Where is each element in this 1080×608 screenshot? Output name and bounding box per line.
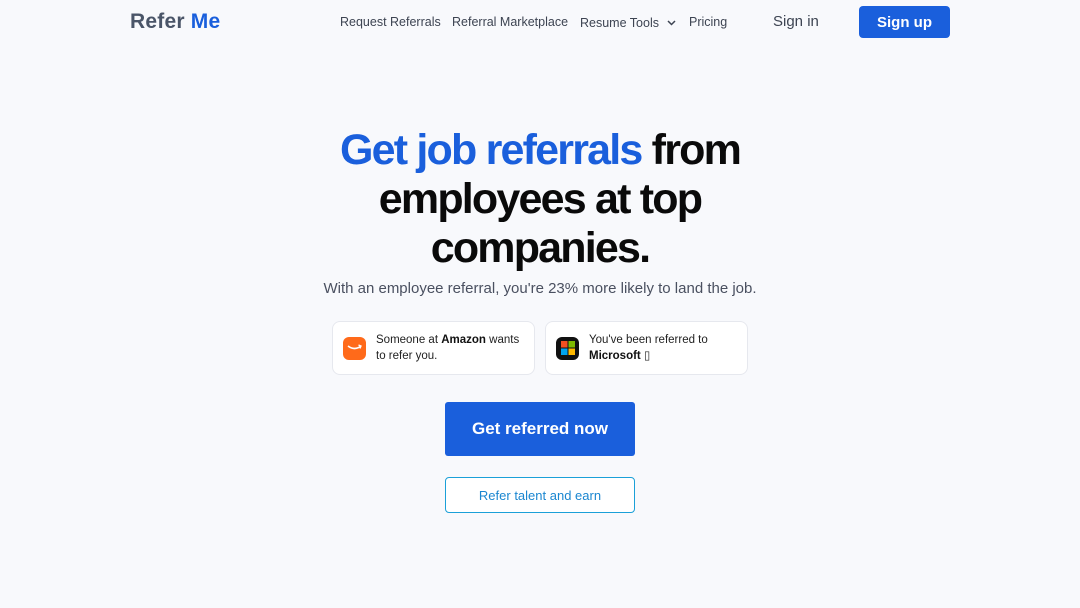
- nav-request-referrals[interactable]: Request Referrals: [340, 15, 441, 29]
- headline-part-3: companies.: [430, 224, 651, 272]
- card-amazon-line2: to refer you.: [376, 350, 438, 362]
- hero-headline: Get job referrals from employees at top …: [0, 126, 1080, 273]
- card-microsoft-line1: You've been referred to: [589, 334, 708, 346]
- nav-pricing[interactable]: Pricing: [689, 15, 727, 29]
- card-amazon-suffix: wants: [485, 334, 520, 346]
- headline-highlight: Get job referrals: [339, 126, 643, 174]
- logo-text-me: Me: [190, 10, 221, 33]
- logo-text-refer: Refer: [130, 10, 185, 33]
- notification-card-microsoft: You've been referred to Microsoft ▯: [545, 321, 748, 375]
- card-amazon-text: Someone at Amazon wants to refer you.: [376, 332, 519, 364]
- refer-talent-button[interactable]: Refer talent and earn: [445, 477, 635, 513]
- card-amazon-company: Amazon: [441, 334, 486, 346]
- hero-section: Get job referrals from employees at top …: [0, 126, 1080, 273]
- logo[interactable]: Refer Me: [130, 10, 220, 34]
- card-microsoft-suffix: ▯: [640, 350, 651, 362]
- chevron-down-icon: [667, 15, 676, 29]
- card-amazon-prefix: Someone at: [376, 334, 442, 346]
- microsoft-icon: [556, 336, 579, 360]
- signin-link[interactable]: Sign in: [773, 13, 819, 30]
- get-referred-button[interactable]: Get referred now: [445, 402, 635, 456]
- nav-referral-marketplace[interactable]: Referral Marketplace: [452, 15, 568, 29]
- card-microsoft-text: You've been referred to Microsoft ▯: [589, 332, 708, 364]
- nav-resume-tools[interactable]: Resume Tools: [580, 15, 676, 30]
- notification-card-amazon: Someone at Amazon wants to refer you.: [332, 321, 535, 375]
- hero-subtitle: With an employee referral, you're 23% mo…: [323, 280, 757, 297]
- signup-button[interactable]: Sign up: [859, 6, 950, 38]
- top-navbar: Refer Me Request Referrals Referral Mark…: [0, 0, 1080, 44]
- headline-part-2: employees at top: [378, 175, 703, 223]
- headline-part-1: from: [641, 126, 742, 174]
- card-microsoft-company: Microsoft: [589, 350, 641, 362]
- amazon-icon: [343, 336, 366, 360]
- nav-resume-tools-label: Resume Tools: [580, 16, 659, 30]
